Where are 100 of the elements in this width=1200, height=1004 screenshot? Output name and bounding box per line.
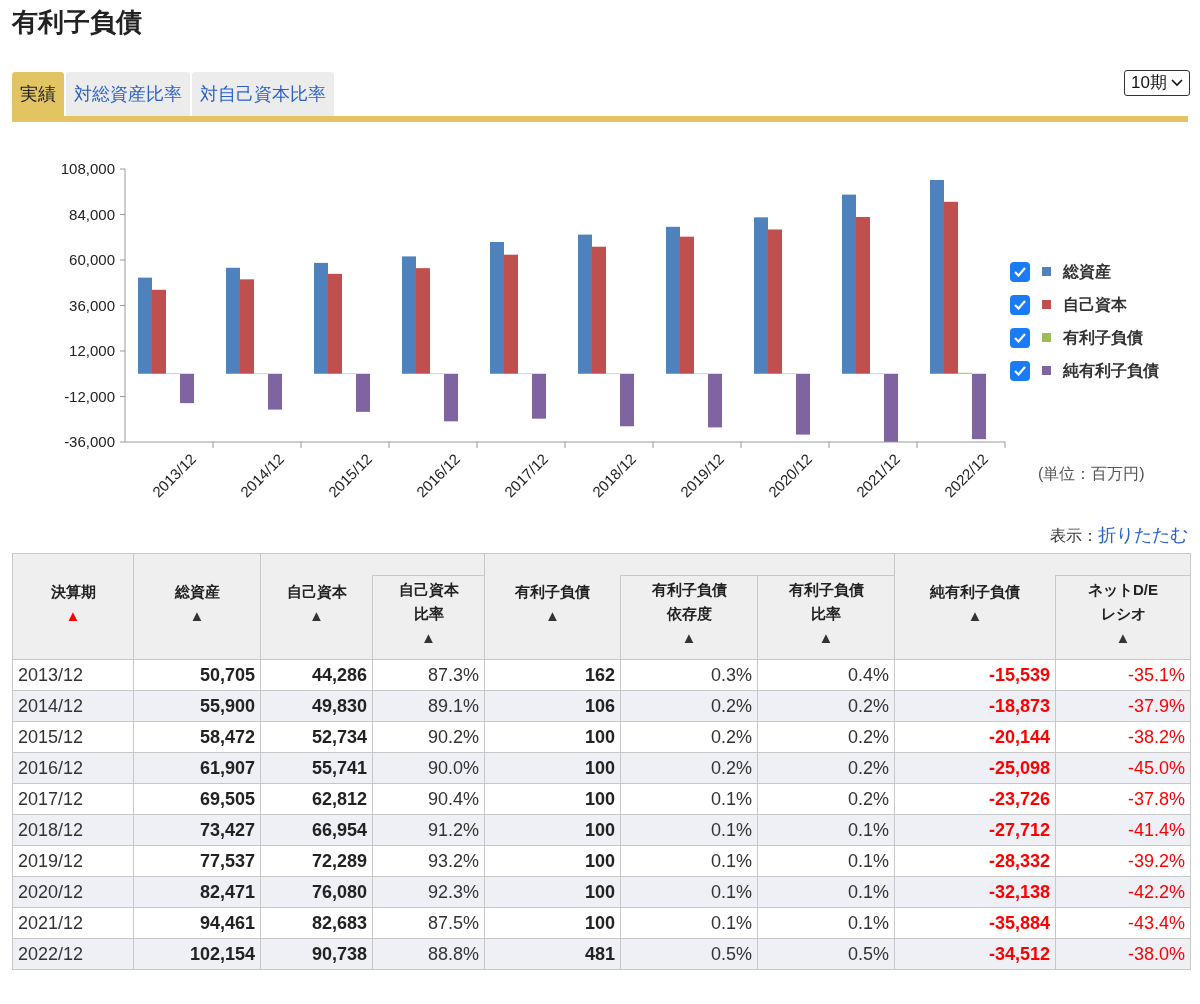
checkmark-icon	[1014, 266, 1026, 277]
tab[interactable]: 実績	[12, 72, 64, 116]
table-cell: 94,461	[133, 907, 261, 939]
table-cell: -37.9%	[1055, 690, 1191, 722]
table-cell: -18,873	[894, 690, 1056, 722]
table-cell: 55,741	[260, 752, 373, 784]
tab[interactable]: 対総資産比率	[66, 72, 190, 116]
table-cell: 0.5%	[620, 938, 758, 970]
sort-button[interactable]: ▲	[421, 626, 436, 650]
legend-swatch	[1042, 366, 1051, 375]
table-cell: 0.4%	[757, 659, 895, 691]
column-header-label: 有利子負債	[651, 580, 727, 600]
unit-note: (単位：百万円)	[1038, 464, 1146, 484]
y-tick-label: -36,000	[64, 433, 115, 450]
column-header-label: 総資産	[174, 582, 220, 602]
column-header-label: 自己資本	[398, 580, 459, 600]
y-tick-label: 84,000	[69, 205, 115, 223]
table-cell: 0.1%	[620, 876, 758, 908]
table-cell: 0.2%	[757, 783, 895, 815]
collapse-link[interactable]: 折りたたむ	[1098, 522, 1188, 549]
table-cell: 76,080	[260, 876, 373, 908]
table-cell: 44,286	[260, 659, 373, 691]
table-cell: 91.2%	[372, 814, 485, 846]
y-tick-label: 60,000	[69, 251, 115, 268]
sort-button[interactable]: ▲	[818, 626, 834, 650]
table-cell: 73,427	[133, 814, 261, 846]
tab[interactable]: 対自己資本比率	[192, 72, 334, 116]
table-cell: -37.8%	[1055, 783, 1191, 815]
table-cell: -34,512	[894, 938, 1056, 970]
table-cell: -42.2%	[1055, 876, 1191, 908]
legend-checkbox[interactable]	[1010, 327, 1030, 348]
table-cell: 2016/12	[12, 752, 134, 784]
table-cell: 89.1%	[372, 690, 485, 722]
legend-swatch	[1042, 333, 1051, 342]
table-cell: 0.2%	[620, 690, 758, 722]
table-cell: 82,471	[133, 876, 261, 908]
table-cell: 58,472	[133, 721, 261, 753]
table-cell: 0.1%	[620, 907, 758, 939]
table-cell: 90.0%	[372, 752, 485, 784]
table-cell: 0.1%	[757, 845, 895, 877]
table-cell: -25,098	[894, 752, 1056, 784]
legend-swatch	[1042, 267, 1051, 276]
table-cell: 49,830	[260, 690, 373, 722]
column-header-label: 有利子負債	[515, 582, 590, 602]
table-cell: 0.2%	[757, 690, 895, 722]
table-cell: -35,884	[894, 907, 1056, 939]
checkmark-icon	[1014, 332, 1026, 343]
period-select[interactable]: 10期	[1124, 70, 1190, 96]
display-label: 表示：	[1050, 525, 1098, 546]
table-cell: 100	[484, 907, 621, 939]
legend-checkbox[interactable]	[1010, 360, 1030, 381]
table-cell: 2017/12	[12, 783, 134, 815]
y-tick-label: 108,000	[60, 160, 115, 177]
column-header-label: 比率	[413, 604, 444, 624]
table-cell: -35.1%	[1055, 659, 1191, 691]
table-cell: 2022/12	[12, 938, 134, 970]
table-cell: 82,683	[260, 907, 373, 939]
table-cell: -27,712	[894, 814, 1056, 846]
column-header-label: 有利子負債	[788, 580, 864, 600]
table-cell: 0.1%	[620, 814, 758, 846]
table-cell: 0.2%	[757, 752, 895, 784]
table-cell: 0.5%	[757, 938, 895, 970]
sort-button[interactable]: ▲	[967, 604, 983, 628]
checkmark-icon	[1014, 365, 1026, 376]
y-tick-label: 12,000	[69, 342, 115, 359]
sort-button[interactable]: ▲	[545, 604, 560, 628]
table-cell: 2018/12	[12, 814, 134, 846]
table-cell: 72,289	[260, 845, 373, 877]
table-cell: 2013/12	[12, 659, 134, 691]
table-cell: -43.4%	[1055, 907, 1191, 939]
table-cell: 87.5%	[372, 907, 485, 939]
column-header-label: 自己資本	[286, 582, 347, 602]
table-cell: 55,900	[133, 690, 261, 722]
sort-button[interactable]: ▲	[189, 604, 205, 628]
table-cell: 162	[484, 659, 621, 691]
table-cell: -20,144	[894, 721, 1056, 753]
table-cell: 66,954	[260, 814, 373, 846]
table-cell: -39.2%	[1055, 845, 1191, 877]
table-cell: 50,705	[133, 659, 261, 691]
table-cell: 2021/12	[12, 907, 134, 939]
table-cell: 0.1%	[620, 845, 758, 877]
table-cell: 61,907	[133, 752, 261, 784]
table-cell: 93.2%	[372, 845, 485, 877]
legend-checkbox[interactable]	[1010, 261, 1030, 282]
column-header-label: 依存度	[666, 604, 712, 624]
table-cell: 90.2%	[372, 721, 485, 753]
sort-button[interactable]: ▲	[309, 604, 324, 628]
table-cell: 0.1%	[757, 814, 895, 846]
y-tick-label: 36,000	[69, 296, 115, 314]
table-cell: 2015/12	[12, 721, 134, 753]
y-tick-label: -12,000	[64, 387, 115, 405]
table-cell: -38.0%	[1055, 938, 1191, 970]
table-cell: 100	[484, 752, 621, 784]
table-cell: 0.1%	[620, 783, 758, 815]
table-cell: 481	[484, 938, 621, 970]
legend-checkbox[interactable]	[1010, 294, 1030, 315]
legend-swatch	[1042, 300, 1051, 309]
sort-button[interactable]: ▲	[681, 626, 697, 650]
table-cell: 100	[484, 814, 621, 846]
sort-button[interactable]: ▲	[1115, 626, 1131, 650]
